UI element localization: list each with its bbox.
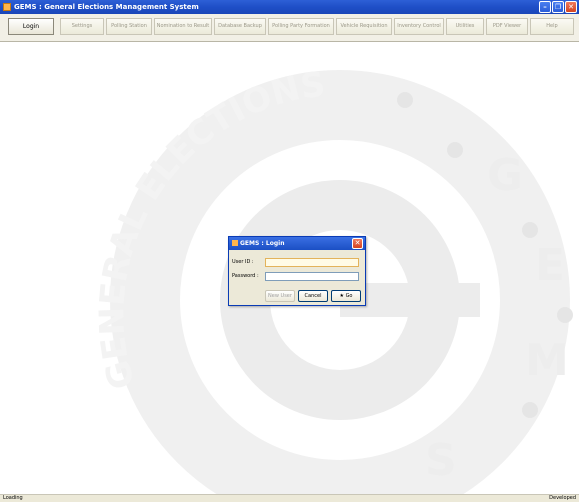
login-dialog-title: GEMS : Login — [240, 240, 285, 247]
user-id-input[interactable] — [265, 257, 359, 267]
toolbar-utilities-button[interactable]: Utilities — [446, 18, 484, 35]
restore-button[interactable]: ❐ — [552, 1, 564, 13]
watermark-letter-m: M — [525, 335, 569, 386]
toolbar-settings-button[interactable]: Settings — [60, 18, 104, 35]
login-dialog-titlebar: GEMS : Login ✕ — [229, 237, 365, 250]
title-bar: GEMS : General Elections Management Syst… — [0, 0, 579, 14]
dialog-close-button[interactable]: ✕ — [352, 238, 363, 249]
toolbar-polling-station-button[interactable]: Polling Station — [106, 18, 152, 35]
toolbar-nomination-result-button[interactable]: Nomination to Result — [154, 18, 212, 35]
status-bar: Loading Developed — [0, 494, 579, 502]
app-icon — [3, 3, 11, 11]
watermark-letter-e: E — [535, 240, 565, 291]
window-title: GEMS : General Elections Management Syst… — [14, 3, 199, 11]
watermark-letter-g: G — [487, 150, 523, 201]
toolbar-pdf-viewer-button[interactable]: PDF Viewer — [486, 18, 528, 35]
go-label: Go — [345, 293, 353, 299]
login-dialog: GEMS : Login ✕ User ID : Password : New … — [228, 236, 366, 306]
main-toolbar: Login Settings Polling Station Nominatio… — [0, 14, 579, 42]
watermark-letter-s: S — [425, 435, 457, 486]
toolbar-polling-party-button[interactable]: Polling Party Formation — [268, 18, 334, 35]
minimize-button[interactable]: – — [539, 1, 551, 13]
password-input[interactable] — [265, 271, 359, 281]
toolbar-vehicle-requisition-button[interactable]: Vehicle Requisition — [336, 18, 392, 35]
new-user-button[interactable]: New User — [265, 290, 295, 302]
cancel-button[interactable]: Cancel — [298, 290, 328, 302]
user-id-label: User ID : — [232, 259, 254, 265]
status-text: Loading — [3, 495, 23, 501]
developer-credit: Developed — [549, 495, 576, 501]
dialog-app-icon — [232, 240, 238, 246]
password-label: Password : — [232, 273, 259, 279]
window-controls: – ❐ ✕ — [539, 1, 577, 13]
go-button[interactable]: ★ Go — [331, 290, 361, 302]
toolbar-inventory-control-button[interactable]: Inventory Control — [394, 18, 444, 35]
user-id-row: User ID : — [232, 257, 359, 267]
toolbar-help-button[interactable]: Help — [530, 18, 574, 35]
toolbar-database-backup-button[interactable]: Database Backup — [214, 18, 266, 35]
password-row: Password : — [232, 271, 359, 281]
close-button[interactable]: ✕ — [565, 1, 577, 13]
toolbar-login-button[interactable]: Login — [8, 18, 54, 35]
